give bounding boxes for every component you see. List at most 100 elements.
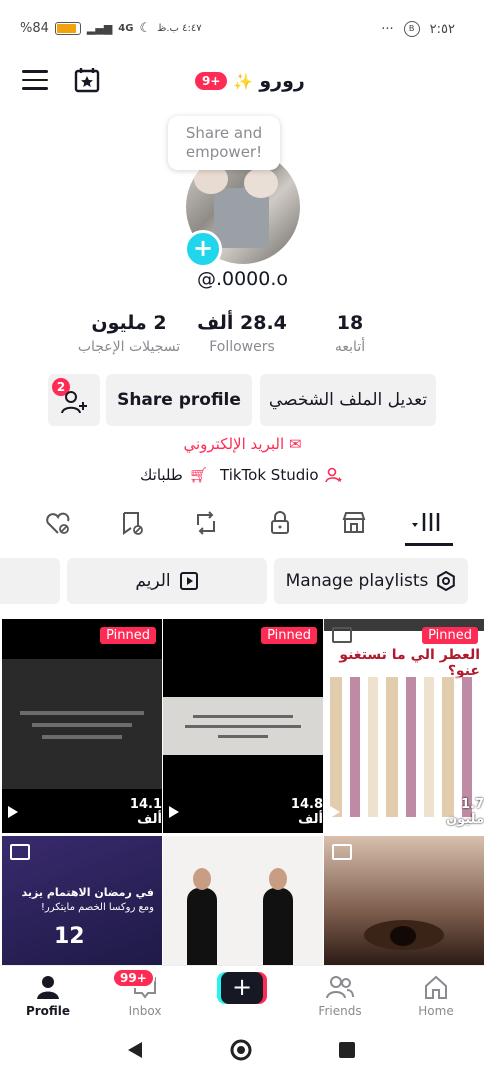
- video-thumb[interactable]: Pinned 14.1 ألف: [2, 619, 162, 833]
- playlist-name: الريم: [135, 571, 171, 591]
- lock-icon: [271, 511, 289, 534]
- tab-shop[interactable]: [340, 509, 370, 539]
- back-icon[interactable]: [126, 1040, 146, 1060]
- tab-favorites[interactable]: [118, 509, 148, 539]
- bottom-nav: Profile Inbox 99+ + Friends Home: [0, 965, 485, 1026]
- status-bar: %84 ▂▄▆ 4G ☾ ٤:٤٧ ب.ظ ··· B ٢:٥٢: [0, 0, 485, 60]
- playlist-item[interactable]: الريم: [67, 558, 267, 604]
- plus-icon: +: [221, 972, 263, 1004]
- home-circle-icon[interactable]: [230, 1039, 252, 1061]
- video-thumb[interactable]: Pinned 14.8 ألف: [163, 619, 323, 833]
- nav-home-label: Home: [418, 1004, 454, 1018]
- manage-playlists-button[interactable]: Manage playlists: [274, 558, 468, 604]
- stat-likes[interactable]: 2 مليون تسجيلات الإعجاب: [70, 312, 188, 355]
- pinned-badge: Pinned: [261, 627, 317, 644]
- photo-icon: [332, 627, 352, 643]
- photo-icon: [10, 844, 30, 860]
- mail-icon: ✉: [288, 435, 302, 453]
- nav-inbox-label: Inbox: [128, 1004, 162, 1018]
- calendar-star-icon[interactable]: [74, 67, 100, 93]
- nav-friends-label: Friends: [318, 1004, 362, 1018]
- active-tab-indicator: [405, 543, 453, 546]
- grid-icon: [412, 513, 440, 531]
- moon-icon: ☾: [139, 21, 152, 36]
- view-count-row: 1.7 مليون: [330, 797, 484, 827]
- heart-hidden-icon: [46, 512, 70, 534]
- tab-liked[interactable]: [44, 509, 74, 539]
- playlist-partial[interactable]: [0, 558, 60, 604]
- add-person-icon: [61, 391, 87, 414]
- play-icon: [169, 806, 179, 818]
- repost-icon: [197, 511, 215, 535]
- nav-friends[interactable]: Friends: [300, 974, 380, 1018]
- edit-profile-button[interactable]: تعديل الملف الشخصي: [260, 374, 436, 426]
- email-link[interactable]: البريد الإلكتروني ✉: [0, 435, 485, 453]
- pinned-badge: Pinned: [100, 627, 156, 644]
- post-title: العطر الي ما تستغنو عنو؟: [339, 647, 480, 679]
- notification-badge[interactable]: 9+: [195, 72, 228, 90]
- sparkle-icon: ✨: [233, 71, 254, 91]
- tiktok-studio-link[interactable]: TikTok Studio: [220, 466, 343, 484]
- following-count: 18: [336, 312, 364, 334]
- pinned-badge: Pinned: [422, 627, 478, 644]
- system-nav: [0, 1025, 485, 1080]
- playlist-icon: [179, 572, 198, 590]
- promo-badge: 12: [54, 924, 85, 949]
- home-icon: [425, 975, 447, 999]
- orders-link[interactable]: طلباتك 🛒︎: [140, 466, 208, 484]
- status-b-icon: B: [403, 21, 420, 37]
- profile-tabs: [0, 503, 485, 548]
- person-star-icon: [324, 467, 342, 483]
- nav-profile-label: Profile: [25, 1004, 71, 1018]
- view-count: 14.1 ألف: [129, 797, 162, 827]
- photo-thumb[interactable]: [324, 836, 484, 966]
- battery-icon: [54, 22, 81, 35]
- photo-thumb[interactable]: في رمضان الاهتمام يزيد ومع روكسا الخصم م…: [2, 836, 162, 966]
- stat-following[interactable]: 18 أتابعه: [318, 312, 382, 355]
- user-handle: @.0000.o: [196, 268, 289, 290]
- promo-title: في رمضان الاهتمام يزيد: [21, 886, 154, 899]
- stat-followers[interactable]: 28.4 ألف Followers: [192, 312, 292, 355]
- nav-profile[interactable]: Profile: [8, 974, 88, 1018]
- photo-icon: [332, 844, 352, 860]
- photo-thumb[interactable]: العطر الي ما تستغنو عنو؟ Pinned 1.7 مليو…: [324, 619, 484, 833]
- manage-playlists-label: Manage playlists: [285, 571, 429, 591]
- view-count-row: 14.1 ألف: [8, 797, 162, 827]
- settings-icon: [437, 571, 456, 591]
- username: رورو: [259, 70, 305, 92]
- status-bubble[interactable]: Share and empower!: [168, 116, 280, 170]
- bookmark-hidden-icon: [123, 512, 143, 535]
- tab-reposts[interactable]: [192, 509, 222, 539]
- menu-icon[interactable]: [22, 70, 48, 90]
- play-icon: [330, 806, 340, 818]
- nav-home[interactable]: Home: [396, 974, 476, 1018]
- promo-subtitle: ومع روكسا الخصم مايتكرر!: [40, 902, 154, 913]
- video-thumb[interactable]: [163, 836, 323, 966]
- battery-percent: %84: [20, 21, 49, 36]
- email-link-label: البريد الإلكتروني: [183, 435, 285, 453]
- clock: ٢:٥٢: [429, 21, 455, 37]
- create-button[interactable]: +: [217, 972, 267, 1004]
- username-row[interactable]: 9+ ✨ رورو: [195, 66, 305, 96]
- inbox-badge: 99+: [112, 968, 155, 988]
- share-profile-button[interactable]: Share profile: [106, 374, 252, 426]
- profile-icon: [37, 976, 59, 999]
- view-count-row: 14.8 ألف: [169, 797, 323, 827]
- add-story-icon[interactable]: +: [184, 230, 222, 268]
- signal-icon: ▂▄▆: [86, 22, 113, 35]
- recents-icon[interactable]: [338, 1041, 356, 1059]
- friends-icon: [326, 976, 354, 999]
- add-friends-button[interactable]: 2: [48, 374, 100, 426]
- status-small-time: ٤:٤٧ ب.ظ: [157, 23, 202, 34]
- more-dots: ···: [381, 21, 394, 37]
- followers-count: 28.4 ألف: [197, 312, 287, 334]
- following-label: أتابعه: [334, 339, 366, 355]
- orders-label: طلباتك: [140, 466, 183, 484]
- play-icon: [8, 806, 18, 818]
- tab-private[interactable]: [266, 509, 296, 539]
- likes-count: 2 مليون: [91, 312, 167, 334]
- view-count: 1.7 مليون: [446, 797, 484, 827]
- tab-videos[interactable]: [412, 509, 442, 539]
- network-type: 4G: [118, 23, 134, 34]
- likes-label: تسجيلات الإعجاب: [77, 339, 181, 355]
